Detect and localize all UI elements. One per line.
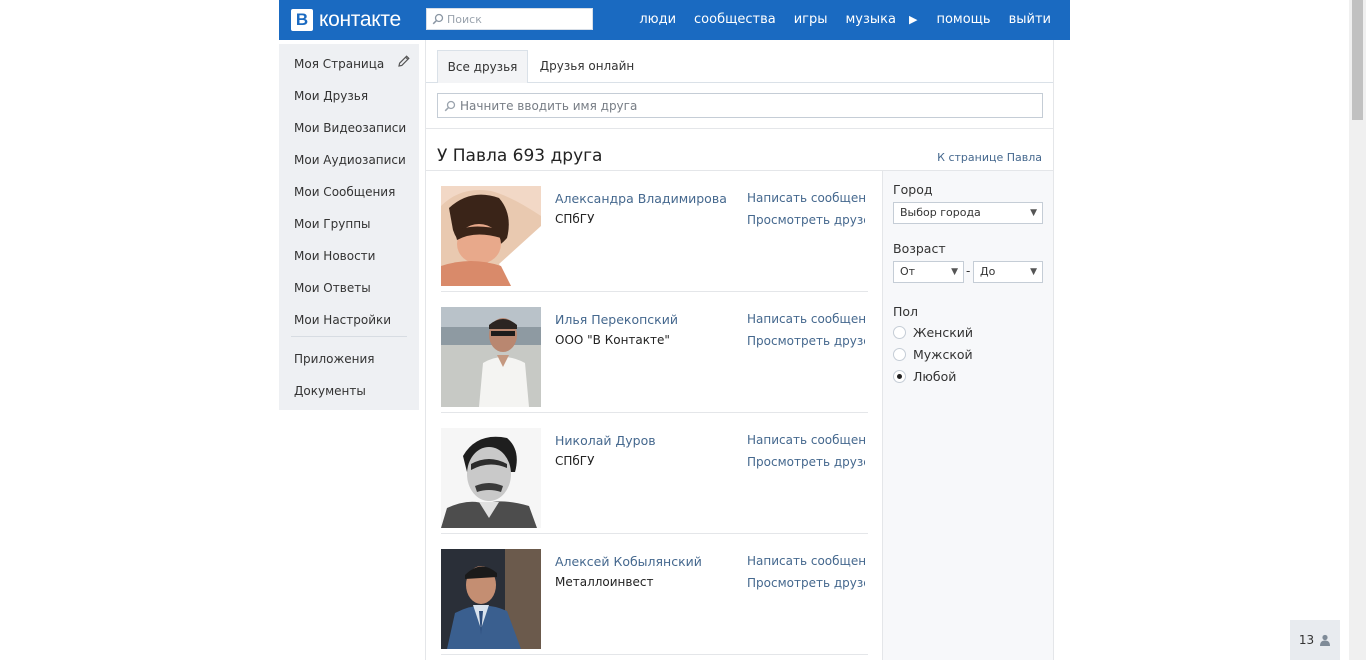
friend-org: СПбГУ: [555, 212, 595, 226]
city-select-value: Выбор города: [900, 206, 981, 219]
nav-communities[interactable]: сообщества: [685, 0, 785, 40]
user-icon: [1320, 634, 1331, 646]
view-friends-link[interactable]: Просмотреть друзей: [747, 576, 865, 590]
friend-list: Александра Владимирова СПбГУ Написать со…: [441, 171, 868, 655]
top-search-input[interactable]: [447, 12, 587, 26]
gender-option-any[interactable]: Любой: [893, 367, 956, 385]
gender-option-male[interactable]: Мужской: [893, 345, 973, 363]
friend-name[interactable]: Илья Перекопский: [555, 312, 678, 327]
view-friends-link[interactable]: Просмотреть друзей: [747, 334, 865, 348]
age-to-value: До: [980, 265, 996, 278]
sidebar-item-documents[interactable]: Документы: [294, 381, 366, 401]
search-icon: [432, 13, 444, 25]
sidebar-item-apps[interactable]: Приложения: [294, 349, 375, 369]
sidebar-item-videos[interactable]: Мои Видеозаписи: [294, 118, 406, 138]
logo-mark: B: [291, 9, 313, 31]
radio-label: Любой: [913, 368, 957, 384]
logo-text: контакте: [319, 8, 401, 31]
friends-count-title: У Павла 693 друга: [437, 146, 603, 166]
online-counter[interactable]: 13: [1290, 620, 1340, 660]
friend-search-input[interactable]: [460, 98, 1030, 113]
friend-name[interactable]: Алексей Кобылянский: [555, 554, 702, 569]
age-label: Возраст: [893, 241, 946, 256]
city-label: Город: [893, 182, 933, 197]
friend-org: ООО "В Контакте": [555, 333, 670, 347]
top-bar: B контакте люди сообщества игры музыка ▶…: [279, 0, 1070, 40]
write-message-link[interactable]: Написать сообщение: [747, 191, 865, 205]
friend-name[interactable]: Александра Владимирова: [555, 191, 727, 206]
age-dash: -: [966, 264, 971, 278]
sidebar-item-groups[interactable]: Мои Группы: [294, 214, 371, 234]
gender-label: Пол: [893, 304, 919, 319]
friend-row: Николай Дуров СПбГУ Написать сообщение П…: [441, 413, 868, 534]
radio-button[interactable]: [893, 325, 906, 339]
write-message-link[interactable]: Написать сообщение: [747, 312, 865, 326]
sidebar-item-settings[interactable]: Мои Настройки: [294, 310, 391, 330]
friend-row: Илья Перекопский ООО "В Контакте" Написа…: [441, 292, 868, 413]
chevron-down-icon: ▼: [951, 267, 958, 277]
age-to-select[interactable]: До ▼: [973, 261, 1043, 283]
friend-name[interactable]: Николай Дуров: [555, 433, 656, 448]
vk-logo[interactable]: B контакте: [291, 8, 401, 32]
radio-label: Женский: [913, 324, 973, 340]
play-icon[interactable]: ▶: [905, 0, 927, 40]
tab-all-friends[interactable]: Все друзья: [437, 50, 528, 83]
chevron-down-icon: ▼: [1030, 267, 1037, 277]
scrollbar-thumb[interactable]: [1352, 0, 1363, 120]
divider: [426, 128, 1053, 129]
sidebar-item-answers[interactable]: Мои Ответы: [294, 278, 371, 298]
view-friends-link[interactable]: Просмотреть друзей: [747, 213, 865, 227]
filters-panel: Город Выбор города ▼ Возраст От ▼ - До ▼…: [882, 171, 1053, 660]
top-search-box[interactable]: [426, 8, 593, 30]
chevron-down-icon: ▼: [1030, 208, 1037, 218]
write-message-link[interactable]: Написать сообщение: [747, 554, 865, 568]
view-friends-link[interactable]: Просмотреть друзей: [747, 455, 865, 469]
sidebar-item-news[interactable]: Мои Новости: [294, 246, 375, 266]
to-user-page-link[interactable]: К странице Павла: [937, 151, 1042, 164]
tab-friends-online[interactable]: Друзья онлайн: [532, 50, 642, 83]
tabs-row: Все друзья Друзья онлайн: [426, 40, 1053, 83]
counter-value: 13: [1298, 633, 1315, 647]
nav-people[interactable]: люди: [630, 0, 685, 40]
friend-avatar[interactable]: [441, 186, 541, 286]
top-nav: люди сообщества игры музыка ▶ помощь вый…: [630, 0, 1070, 40]
age-from-select[interactable]: От ▼: [893, 261, 964, 283]
friend-row: Алексей Кобылянский Металлоинвест Написа…: [441, 534, 868, 655]
sidebar-item-messages[interactable]: Мои Сообщения: [294, 182, 395, 202]
friend-avatar[interactable]: [441, 428, 541, 528]
friends-panel: Все друзья Друзья онлайн У Павла 693 дру…: [425, 40, 1054, 660]
nav-help[interactable]: помощь: [927, 0, 999, 40]
sidebar-item-my-page[interactable]: Моя Страница: [294, 54, 384, 74]
nav-logout[interactable]: выйти: [1000, 0, 1070, 40]
nav-games[interactable]: игры: [785, 0, 837, 40]
friend-avatar[interactable]: [441, 549, 541, 649]
friend-org: Металлоинвест: [555, 575, 654, 589]
nav-music[interactable]: музыка: [837, 0, 906, 40]
radio-button[interactable]: [893, 347, 906, 361]
search-icon: [444, 100, 456, 111]
sidebar-item-friends[interactable]: Мои Друзья: [294, 86, 368, 106]
sidebar-divider: [291, 336, 407, 337]
friend-org: СПбГУ: [555, 454, 595, 468]
age-from-value: От: [900, 265, 916, 278]
left-sidebar: Моя Страница Мои Друзья Мои Видеозаписи …: [279, 44, 419, 410]
radio-label: Мужской: [913, 346, 973, 362]
friend-row: Александра Владимирова СПбГУ Написать со…: [441, 171, 868, 292]
radio-button-checked[interactable]: [893, 369, 906, 383]
friend-avatar[interactable]: [441, 307, 541, 407]
gender-option-female[interactable]: Женский: [893, 323, 973, 341]
sidebar-item-audio[interactable]: Мои Аудиозаписи: [294, 150, 406, 170]
page-scrollbar[interactable]: [1349, 0, 1366, 660]
pencil-icon[interactable]: [397, 54, 411, 68]
city-select[interactable]: Выбор города ▼: [893, 202, 1043, 224]
write-message-link[interactable]: Написать сообщение: [747, 433, 865, 447]
friend-search-box[interactable]: [437, 93, 1043, 118]
